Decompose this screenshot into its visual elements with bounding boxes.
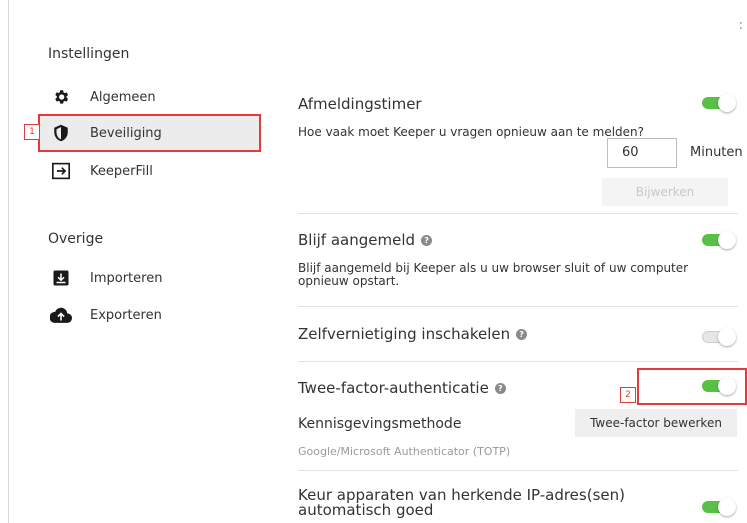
sidebar-item-label: Algemeen: [90, 89, 156, 105]
logout-timer-description: Hoe vaak moet Keeper u vragen opnieuw aa…: [298, 125, 645, 139]
logout-timer-minutes-input[interactable]: 60: [607, 138, 677, 168]
two-factor-label: Twee-factor-authenticatie: [298, 379, 489, 397]
keeperfill-icon: [50, 160, 72, 182]
sidebar-item-label: Exporteren: [90, 307, 162, 323]
sidebar-item-import[interactable]: Importeren: [40, 261, 259, 295]
stay-logged-in-label: Blijf aangemeld: [298, 231, 416, 249]
divider: [298, 306, 738, 307]
logout-timer-toggle[interactable]: [702, 94, 736, 112]
close-icon[interactable]: :: [739, 18, 743, 33]
toggle-knob: [718, 328, 736, 346]
help-icon[interactable]: ?: [421, 235, 433, 246]
stay-logged-in-description: Blijf aangemeld bij Keeper als u uw brow…: [298, 262, 688, 288]
edit-two-factor-button[interactable]: Twee-factor bewerken: [575, 409, 737, 437]
settings-page: : Instellingen Algemeen Beveiliging 1 Ke…: [0, 0, 747, 523]
self-destruct-title: Zelfvernietiging inschakelen?: [298, 325, 528, 343]
notification-method-label: Kennisgevingsmethode: [298, 416, 462, 432]
logout-timer-unit: Minuten: [690, 145, 743, 160]
sidebar-section-other: Overige: [48, 231, 104, 247]
toggle-knob: [718, 94, 736, 112]
two-factor-title: Twee-factor-authenticatie?: [298, 379, 506, 397]
help-icon[interactable]: ?: [494, 383, 506, 394]
gear-icon: [50, 86, 72, 108]
approve-devices-toggle[interactable]: [702, 498, 736, 516]
approve-devices-title: Keur apparaten van herkende IP-adres(sen…: [298, 488, 625, 518]
logout-timer-title: Afmeldingstimer: [298, 95, 422, 113]
import-icon: [50, 267, 72, 289]
sidebar-item-label: Beveiliging: [90, 125, 162, 141]
stay-logged-in-title: Blijf aangemeld?: [298, 231, 433, 249]
description-line: opnieuw opstart.: [298, 274, 400, 288]
toggle-knob: [718, 377, 736, 395]
divider: [298, 470, 738, 471]
toggle-knob: [718, 498, 736, 516]
two-factor-toggle[interactable]: [702, 377, 736, 395]
stay-logged-in-toggle[interactable]: [702, 231, 736, 249]
sidebar-item-label: Importeren: [90, 270, 163, 286]
divider: [298, 213, 738, 214]
cloud-upload-icon: [50, 304, 72, 326]
sidebar-section-settings: Instellingen: [48, 46, 130, 62]
sidebar-item-security[interactable]: Beveiliging: [38, 114, 261, 152]
sidebar-item-general[interactable]: Algemeen: [40, 80, 259, 114]
self-destruct-toggle[interactable]: [702, 328, 736, 346]
annotation-marker-1: 1: [24, 124, 40, 140]
annotation-marker-2: 2: [620, 387, 636, 403]
sidebar: Instellingen Algemeen Beveiliging 1 Keep…: [0, 0, 280, 523]
sidebar-item-export[interactable]: Exporteren: [40, 298, 259, 332]
divider: [298, 361, 738, 362]
self-destruct-label: Zelfvernietiging inschakelen: [298, 325, 511, 343]
update-button[interactable]: Bijwerken: [602, 178, 728, 206]
sidebar-item-keeperfill[interactable]: KeeperFill: [40, 154, 259, 188]
sidebar-item-label: KeeperFill: [90, 163, 153, 179]
approve-devices-line: automatisch goed: [298, 501, 434, 519]
shield-icon: [50, 122, 72, 144]
notification-method-value: Google/Microsoft Authenticator (TOTP): [298, 445, 511, 458]
toggle-knob: [718, 231, 736, 249]
help-icon[interactable]: ?: [516, 329, 528, 340]
